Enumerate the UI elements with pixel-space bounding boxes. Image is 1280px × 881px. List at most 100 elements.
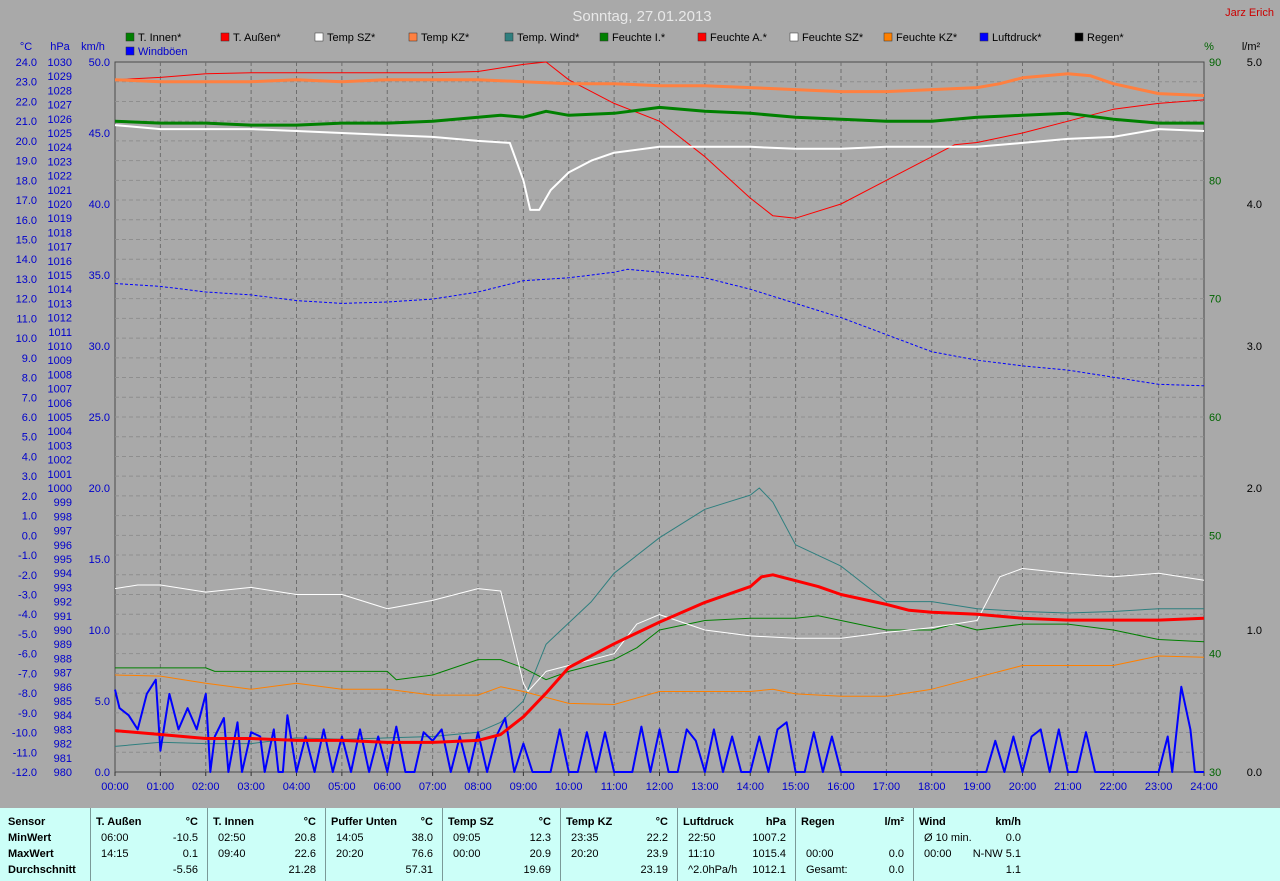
- legend-label: T. Innen*: [138, 32, 182, 44]
- x-tick-label: 03:00: [237, 781, 265, 793]
- temp-tick-label: 18.0: [16, 175, 37, 187]
- pressure-tick-label: 999: [54, 497, 72, 509]
- pressure-tick-label: 1022: [48, 171, 72, 183]
- rain-tick-label: 0.0: [1247, 767, 1262, 779]
- wind-tick-label: 20.0: [89, 483, 110, 495]
- stats-value: 1015.4: [752, 848, 786, 860]
- stats-column: Luftdruck hPa 22:50 1007.2 11:10 1015.4 ^2.0hP…: [677, 808, 796, 881]
- stats-value: 1007.2: [752, 832, 786, 844]
- stats-time: 09:05: [453, 832, 481, 844]
- stats-column-header: T. Außen: [96, 816, 142, 828]
- legend-label: T. Außen*: [233, 32, 281, 44]
- statistics-table: Sensor MinWert MaxWert Durchschnitt T. Außen…: [0, 808, 1280, 881]
- wind-tick-label: 50.0: [89, 57, 110, 69]
- legend-label: Temp KZ*: [421, 32, 470, 44]
- chart-title: Sonntag, 27.01.2013: [572, 8, 711, 25]
- pressure-tick-label: 1015: [48, 270, 72, 282]
- humidity-tick-label: 50: [1209, 530, 1221, 542]
- stats-column-header: Temp SZ: [448, 816, 494, 828]
- stats-column-unit: °C: [538, 816, 551, 828]
- pressure-tick-label: 1026: [48, 114, 72, 126]
- stats-column-header: T. Innen: [213, 816, 254, 828]
- pressure-tick-label: 997: [54, 526, 72, 538]
- wind-tick-label: 40.0: [89, 199, 110, 211]
- rain-tick-label: 5.0: [1247, 57, 1262, 69]
- pressure-tick-label: 982: [54, 739, 72, 751]
- stats-column: Wind km/h Ø 10 min. 0.0 00:00 N-NW 5.1 1.1: [913, 808, 1031, 881]
- temp-tick-label: 7.0: [22, 392, 37, 404]
- temp-tick-label: 13.0: [16, 274, 37, 286]
- stats-column-header: Regen: [801, 816, 835, 828]
- temp-tick-label: 3.0: [22, 471, 37, 483]
- pressure-tick-label: 981: [54, 753, 72, 765]
- stats-row-label: MinWert: [8, 832, 52, 844]
- legend-label: Feuchte A.*: [710, 32, 768, 44]
- stats-time: 14:05: [336, 832, 364, 844]
- x-tick-label: 06:00: [373, 781, 401, 793]
- pressure-tick-label: 1023: [48, 156, 72, 168]
- pressure-tick-label: 1025: [48, 128, 72, 140]
- stats-time: 23:35: [571, 832, 599, 844]
- stats-value: 0.0: [888, 864, 904, 876]
- pressure-tick-label: 1014: [48, 284, 72, 296]
- pressure-tick-label: 1009: [48, 355, 72, 367]
- stats-time: 09:40: [218, 848, 246, 860]
- x-tick-label: 21:00: [1054, 781, 1082, 793]
- stats-time: 20:20: [336, 848, 364, 860]
- stats-value: 22.6: [294, 848, 316, 860]
- temp-tick-label: 19.0: [16, 156, 37, 168]
- temp-tick-label: -1.0: [18, 550, 37, 562]
- pressure-tick-label: 1001: [48, 469, 72, 481]
- stats-column-unit: °C: [655, 816, 668, 828]
- stats-value: 20.8: [294, 832, 316, 844]
- legend-swatch: [220, 32, 230, 42]
- legend-swatch: [789, 32, 799, 42]
- temp-tick-label: -7.0: [18, 668, 37, 680]
- x-tick-label: 16:00: [827, 781, 855, 793]
- wind-tick-label: 45.0: [89, 128, 110, 140]
- pressure-tick-label: 1030: [48, 57, 72, 69]
- stats-value: 23.9: [646, 848, 668, 860]
- stats-column-unit: hPa: [765, 816, 786, 828]
- humidity-tick-label: 30: [1209, 767, 1221, 779]
- pressure-tick-label: 987: [54, 668, 72, 680]
- rain-tick-label: 3.0: [1247, 341, 1262, 353]
- temp-tick-label: 1.0: [22, 511, 37, 523]
- pressure-tick-label: 991: [54, 611, 72, 623]
- pressure-tick-label: 1003: [48, 440, 72, 452]
- pressure-tick-label: 1002: [48, 455, 72, 467]
- stats-time: 06:00: [101, 832, 129, 844]
- temp-tick-label: 9.0: [22, 353, 37, 365]
- pressure-tick-label: 984: [54, 710, 72, 722]
- stats-column-unit: l/m²: [884, 816, 904, 828]
- stats-value: 19.69: [523, 864, 551, 876]
- temp-tick-label: 14.0: [16, 254, 37, 266]
- temp-tick-label: 0.0: [22, 530, 37, 542]
- pressure-tick-label: 1006: [48, 398, 72, 410]
- legend-swatch: [504, 32, 514, 42]
- pressure-tick-label: 995: [54, 554, 72, 566]
- pressure-tick-label: 1010: [48, 341, 72, 353]
- temp-unit-label: °C: [20, 41, 32, 53]
- temp-tick-label: 11.0: [16, 313, 37, 325]
- humidity-tick-label: 90: [1209, 57, 1221, 69]
- legend-label: Feuchte KZ*: [896, 32, 958, 44]
- x-tick-label: 17:00: [873, 781, 901, 793]
- stats-column-header: Wind: [919, 816, 946, 828]
- x-tick-label: 12:00: [646, 781, 674, 793]
- pressure-tick-label: 1005: [48, 412, 72, 424]
- temp-tick-label: 12.0: [16, 294, 37, 306]
- stats-value: 0.1: [182, 848, 198, 860]
- x-tick-label: 18:00: [918, 781, 946, 793]
- legend-swatch: [125, 32, 135, 42]
- pressure-tick-label: 1019: [48, 213, 72, 225]
- stats-value: 22.2: [646, 832, 668, 844]
- stats-value: 76.6: [411, 848, 433, 860]
- stats-value: 0.0: [888, 848, 904, 860]
- stats-value: 1012.1: [752, 864, 786, 876]
- legend-label: Feuchte I.*: [612, 32, 666, 44]
- temp-tick-label: 4.0: [22, 451, 37, 463]
- stats-row-label: MaxWert: [8, 848, 54, 860]
- x-tick-label: 23:00: [1145, 781, 1173, 793]
- pressure-tick-label: 980: [54, 767, 72, 779]
